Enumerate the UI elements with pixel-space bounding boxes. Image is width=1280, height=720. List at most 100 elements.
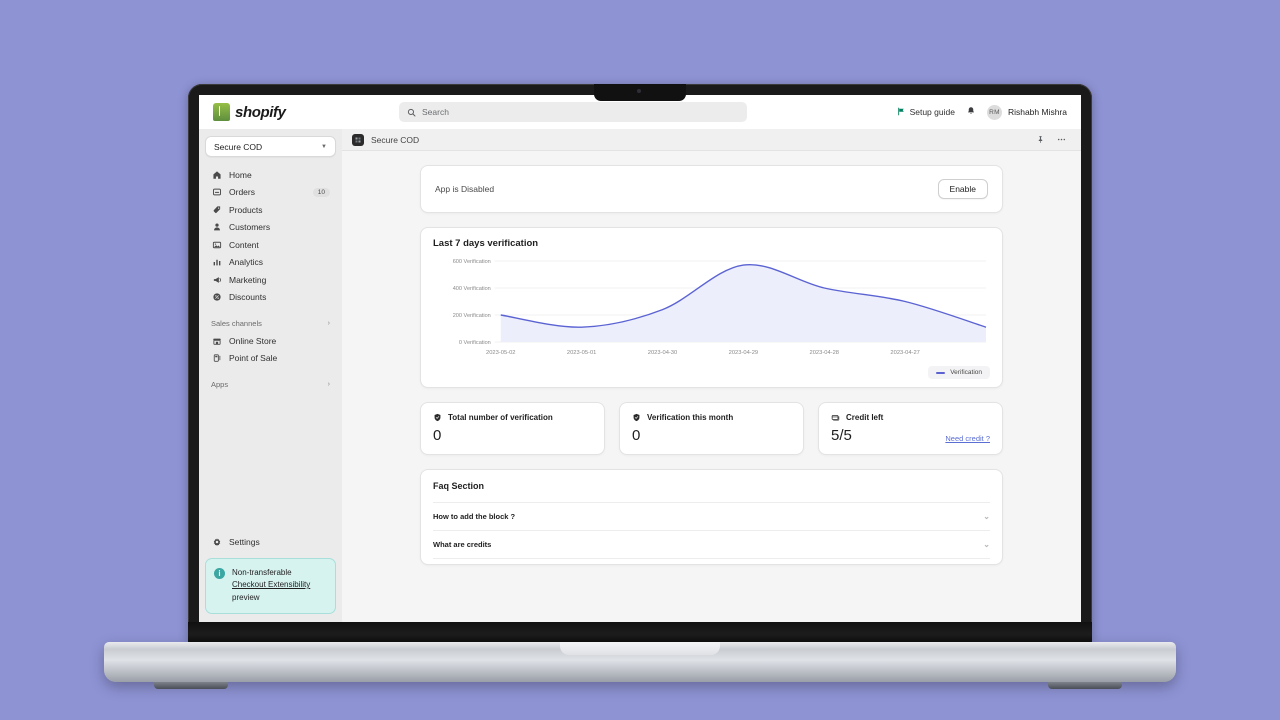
main-area: Secure COD App is Disabled Enable Last 7…	[342, 129, 1081, 622]
store-icon	[211, 336, 222, 346]
store-selector[interactable]: Secure COD ▼	[205, 136, 336, 157]
stat-head: Verification this month	[632, 413, 791, 422]
banner-text: Non-transferable Checkout Extensibility …	[232, 567, 310, 605]
faq-card: Faq Section How to add the block ? ⌄ Wha…	[420, 469, 1003, 565]
svg-text:2023-05-02: 2023-05-02	[486, 350, 515, 356]
chevron-down-icon: ▼	[321, 143, 327, 150]
stat-label: Credit left	[846, 413, 884, 422]
faq-question: How to add the block ?	[433, 512, 516, 521]
sidebar-item-customers[interactable]: Customers	[205, 219, 336, 237]
stat-bottom: 0	[433, 428, 592, 443]
avatar: RM	[986, 104, 1002, 120]
laptop-hinge	[188, 622, 1092, 644]
stat-value: 5/5	[831, 427, 852, 444]
pin-icon[interactable]	[1036, 131, 1045, 149]
customers-person-icon	[211, 222, 222, 232]
sidebar-item-label: Marketing	[229, 274, 267, 285]
enable-button[interactable]: Enable	[937, 179, 988, 199]
sidebar-item-online-store[interactable]: Online Store	[205, 332, 336, 350]
sidebar-section-apps[interactable]: Apps ›	[205, 375, 336, 393]
flag-icon	[897, 107, 906, 118]
ellipsis-icon[interactable]	[1056, 131, 1067, 149]
svg-text:2023-04-27: 2023-04-27	[890, 350, 919, 356]
bell-icon[interactable]	[966, 103, 976, 121]
banner-link[interactable]: Checkout Extensibility	[232, 580, 310, 589]
marketing-megaphone-icon	[211, 275, 222, 285]
app-header-title: Secure COD	[371, 134, 420, 145]
setup-guide-label: Setup guide	[909, 107, 955, 117]
sidebar-item-label: Analytics	[229, 257, 264, 268]
sidebar: Secure COD ▼ Home Orders 10 Products Cus…	[199, 129, 342, 622]
sidebar-item-content[interactable]: Content	[205, 236, 336, 254]
stat-label: Total number of verification	[448, 413, 553, 422]
faq-row[interactable]: What are credits ⌄	[433, 530, 990, 558]
legend-label: Verification	[950, 369, 982, 376]
app-body: Secure COD ▼ Home Orders 10 Products Cus…	[199, 129, 1081, 622]
sidebar-item-label: Settings	[229, 536, 260, 547]
sidebar-item-label: Online Store	[229, 335, 277, 346]
chart-plot-area: 0 Verification 200 Verification 400 Verifi…	[433, 257, 990, 362]
stat-value: 0	[433, 427, 442, 444]
sidebar-item-discounts[interactable]: Discounts	[205, 289, 336, 307]
chart-title: Last 7 days verification	[433, 238, 539, 249]
sidebar-item-label: Orders	[229, 187, 255, 198]
sidebar-item-label: Home	[229, 169, 252, 180]
chart-x-axis-labels: 2023-05-02 2023-05-01 2023-04-30 2023-04-29…	[486, 350, 920, 356]
discounts-percent-icon	[211, 292, 222, 302]
sidebar-item-label: Content	[229, 239, 259, 250]
banner-line-1: Non-transferable	[232, 567, 292, 577]
checkout-extensibility-banner: i Non-transferable Checkout Extensibilit…	[205, 557, 336, 614]
faq-row[interactable]: How to add the block ? ⌄	[433, 502, 990, 530]
stat-bottom: 5/5 Need credit ?	[831, 428, 990, 443]
shopify-logo[interactable]: shopify	[213, 103, 399, 121]
search-input[interactable]: Search	[399, 102, 747, 122]
svg-text:400 Verification: 400 Verification	[453, 286, 491, 292]
sidebar-item-settings[interactable]: Settings	[205, 533, 336, 551]
svg-text:2023-05-01: 2023-05-01	[567, 350, 596, 356]
chart-y-axis-labels: 0 Verification 200 Verification 400 Verifi…	[453, 259, 491, 346]
sidebar-item-label: Products	[229, 204, 263, 215]
faq-title: Faq Section	[433, 481, 485, 491]
sidebar-item-analytics[interactable]: Analytics	[205, 254, 336, 272]
faq-question: What are credits	[433, 540, 492, 549]
sidebar-item-marketing[interactable]: Marketing	[205, 271, 336, 289]
user-name: Rishabh Mishra	[1007, 107, 1067, 117]
laptop-screen: shopify Search Setup guide RM Rishabh Mi…	[199, 95, 1081, 622]
stat-head: Total number of verification	[433, 413, 592, 422]
shopify-admin-app: shopify Search Setup guide RM Rishabh Mi…	[199, 95, 1081, 622]
verification-chart-card: Last 7 days verification 0 Verification 2…	[420, 227, 1003, 388]
svg-text:2023-04-28: 2023-04-28	[810, 350, 839, 356]
content-scroll-area[interactable]: App is Disabled Enable Last 7 days verif…	[342, 151, 1081, 622]
sidebar-item-products[interactable]: Products	[205, 201, 336, 219]
analytics-bars-icon	[211, 257, 222, 267]
gear-icon	[211, 537, 222, 547]
shield-check-icon	[632, 413, 641, 422]
chevron-down-icon: ⌄	[983, 540, 990, 549]
sidebar-item-label: Customers	[229, 222, 271, 233]
laptop-base-notch	[560, 642, 720, 655]
sidebar-item-point-of-sale[interactable]: Point of Sale	[205, 350, 336, 368]
stat-card-total-verification: Total number of verification 0	[420, 402, 605, 455]
laptop-foot-left	[154, 682, 228, 689]
chevron-down-icon: ⌄	[983, 512, 990, 521]
sidebar-item-home[interactable]: Home	[205, 166, 336, 184]
svg-text:2023-04-29: 2023-04-29	[729, 350, 758, 356]
stat-card-verification-this-month: Verification this month 0	[619, 402, 804, 455]
banner-line-3: preview	[232, 592, 260, 602]
secure-cod-app-icon	[352, 133, 364, 146]
apps-label: Apps	[211, 379, 229, 389]
search-placeholder: Search	[422, 107, 449, 117]
laptop-mockup: shopify Search Setup guide RM Rishabh Mi…	[0, 0, 1280, 720]
search-icon	[407, 108, 416, 117]
laptop-foot-right	[1048, 682, 1122, 689]
shield-check-icon	[433, 413, 442, 422]
faq-divider	[433, 558, 990, 562]
stat-bottom: 0	[632, 428, 791, 443]
svg-text:2023-04-30: 2023-04-30	[648, 350, 677, 356]
setup-guide-button[interactable]: Setup guide	[897, 107, 955, 118]
sidebar-item-orders[interactable]: Orders 10	[205, 184, 336, 202]
store-selector-label: Secure COD	[214, 141, 263, 152]
need-credit-link[interactable]: Need credit ?	[945, 434, 990, 443]
user-menu[interactable]: RM Rishabh Mishra	[986, 104, 1067, 120]
sidebar-section-sales-channels[interactable]: Sales channels ›	[205, 314, 336, 332]
